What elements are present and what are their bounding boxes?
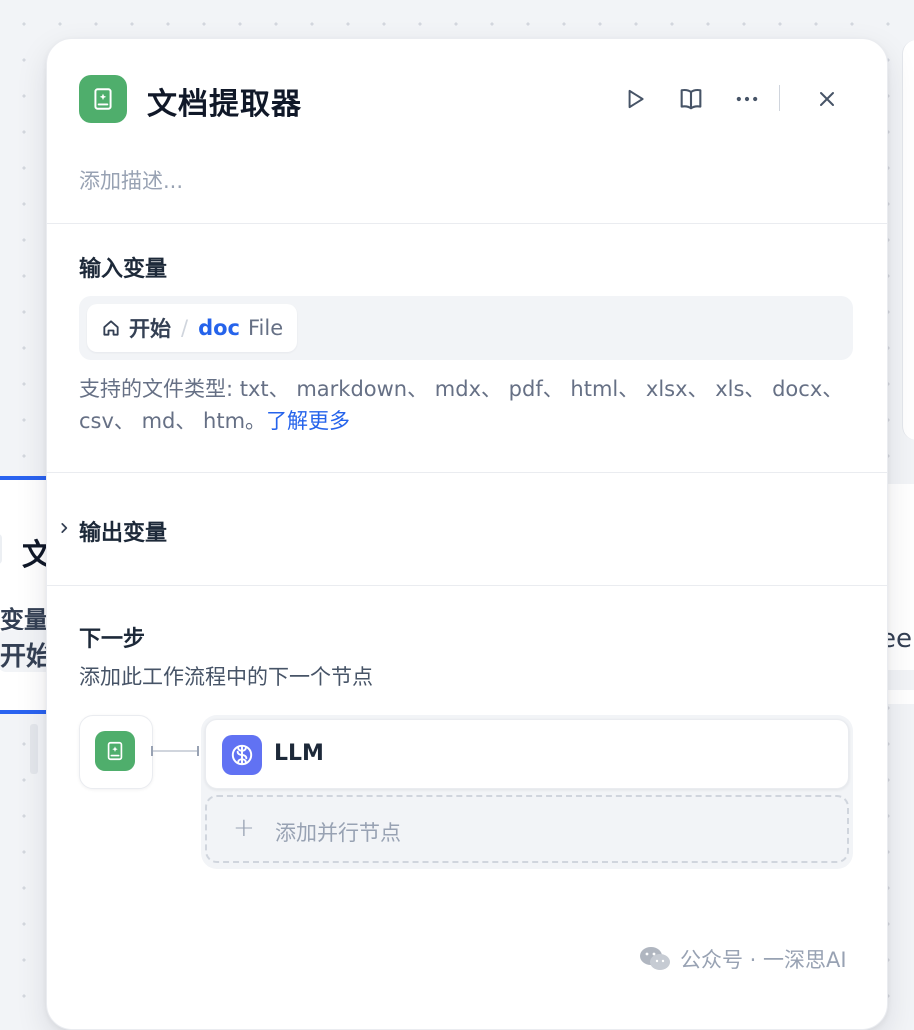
more-dots-icon: [736, 96, 758, 102]
current-node-block: [79, 715, 153, 789]
play-icon: [628, 89, 644, 109]
supported-file-types-text: 支持的文件类型: txt、 markdown、 mdx、 pdf、 html、 …: [79, 377, 844, 433]
canvas-node-pill-text: 开始: [0, 642, 53, 672]
variable-type: File: [248, 316, 284, 340]
document-extractor-icon: [95, 731, 135, 771]
panel-header: 文档提取器: [79, 75, 855, 125]
node-connector-line: [151, 750, 199, 752]
next-nodes-group: LLM + 添加并行节点: [201, 715, 853, 869]
book-icon: [680, 88, 702, 110]
llm-brain-icon: [222, 735, 262, 775]
add-parallel-node-label: 添加并行节点: [275, 821, 401, 845]
connector-end-tick: [197, 746, 199, 756]
output-variables-toggle[interactable]: 输出变量: [79, 515, 167, 547]
next-node-llm[interactable]: LLM: [205, 719, 849, 789]
watermark: 公众号 · 一深思AI: [638, 944, 847, 974]
variable-source-node: 开始: [129, 317, 171, 341]
input-variable-field[interactable]: 开始 / doc File: [79, 296, 853, 360]
watermark-text: 公众号 · 一深思AI: [680, 948, 847, 972]
close-button[interactable]: [809, 81, 845, 117]
description-input[interactable]: 添加描述...: [79, 165, 183, 195]
add-parallel-node-button[interactable]: + 添加并行节点: [205, 795, 849, 863]
section-divider: [47, 472, 887, 473]
variable-separator: /: [181, 316, 189, 340]
input-variables-title: 输入变量: [79, 257, 168, 282]
next-node-label: LLM: [274, 741, 324, 766]
panel-title[interactable]: 文档提取器: [147, 79, 302, 123]
more-button[interactable]: [729, 81, 765, 117]
section-divider: [47, 585, 887, 586]
variable-name: doc: [198, 316, 240, 340]
canvas-node-icon: [0, 534, 2, 564]
document-extractor-icon: [79, 75, 127, 123]
docs-button[interactable]: [673, 81, 709, 117]
section-divider: [47, 223, 887, 224]
run-button[interactable]: [617, 81, 653, 117]
connector-start-tick: [151, 746, 153, 756]
header-divider: [779, 85, 780, 111]
next-step-description: 添加此工作流程中的下一个节点: [79, 665, 373, 689]
close-icon: [820, 92, 834, 106]
chevron-right-icon[interactable]: [57, 521, 71, 535]
node-properties-panel: 文档提取器 添加描述... 输入变量 开始 / doc File 支持的文件类型…: [46, 38, 888, 1030]
home-icon: [103, 320, 119, 336]
learn-more-link[interactable]: 了解更多: [266, 409, 350, 433]
wechat-icon: [640, 947, 670, 970]
canvas-node-handle[interactable]: [30, 724, 38, 774]
supported-file-types: 支持的文件类型: txt、 markdown、 mdx、 pdf、 html、 …: [79, 373, 859, 437]
next-step-title: 下一步: [79, 627, 146, 652]
canvas-node-partial-top: [902, 40, 914, 440]
variable-chip[interactable]: 开始 / doc File: [87, 304, 298, 352]
plus-icon: +: [233, 813, 255, 843]
